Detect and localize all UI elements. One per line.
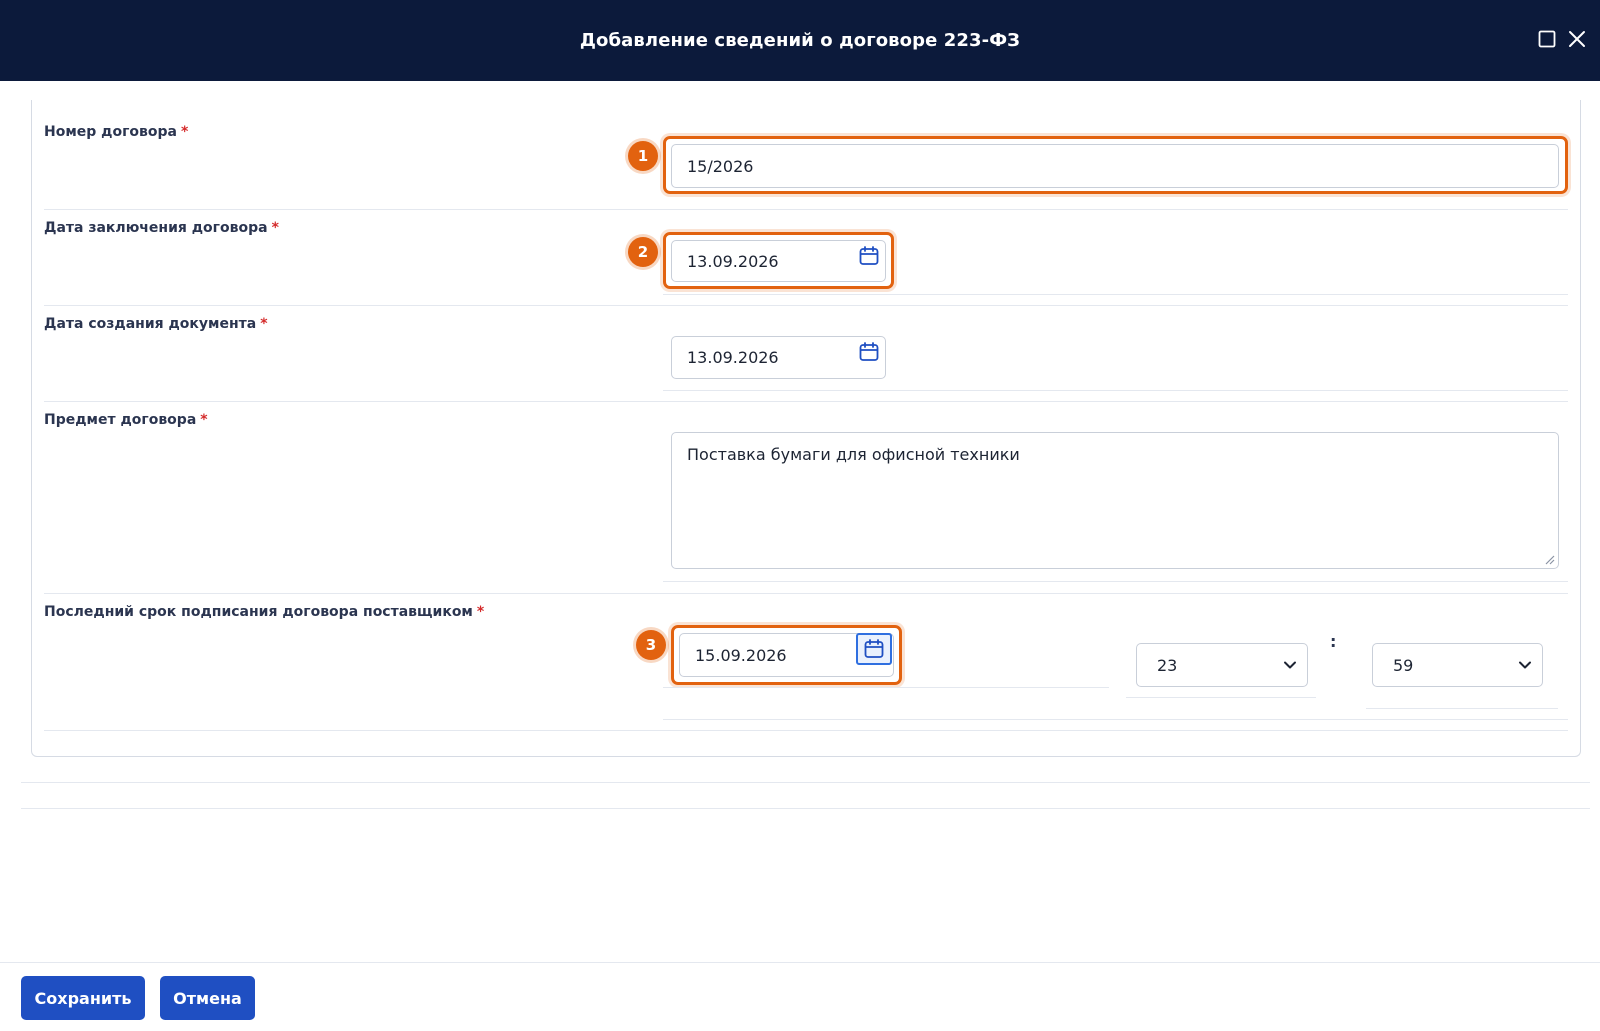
dialog-title: Добавление сведений о договоре 223-ФЗ <box>579 30 1021 51</box>
contract-dialog: Добавление сведений о договоре 223-ФЗ Но… <box>0 0 1600 1031</box>
row-divider <box>44 305 1568 306</box>
row-divider <box>1366 708 1558 709</box>
footer-divider <box>0 962 1600 963</box>
calendar-icon[interactable] <box>858 245 880 267</box>
creation-date-label: Дата создания документа * <box>44 316 268 332</box>
required-mark: * <box>180 124 189 140</box>
contract-number-label: Номер договора * <box>44 124 188 140</box>
calendar-button[interactable] <box>856 633 892 665</box>
row-divider <box>44 209 1568 210</box>
chevron-down-icon <box>1519 661 1531 669</box>
time-separator: : <box>1330 632 1337 651</box>
step-marker-2: 2 <box>628 237 658 267</box>
minute-value: 59 <box>1393 655 1414 675</box>
save-button[interactable]: Сохранить <box>21 976 145 1020</box>
hour-select[interactable]: 23 <box>1136 643 1308 687</box>
maximize-icon[interactable] <box>1538 30 1556 48</box>
subject-label: Предмет договора * <box>44 412 208 428</box>
row-divider <box>44 593 1568 594</box>
dialog-header: Добавление сведений о договоре 223-ФЗ <box>0 0 1600 81</box>
step-marker-3: 3 <box>636 630 666 660</box>
required-mark: * <box>200 412 208 428</box>
minute-select[interactable]: 59 <box>1372 643 1543 687</box>
section-divider <box>21 782 1590 783</box>
section-divider <box>21 808 1590 809</box>
required-mark: * <box>476 604 485 620</box>
conclusion-date-input[interactable]: 13.09.2026 <box>671 240 886 282</box>
signing-deadline-label: Последний срок подписания договора поста… <box>44 604 484 620</box>
row-divider <box>663 719 1568 720</box>
close-icon[interactable] <box>1568 30 1586 48</box>
calendar-icon[interactable] <box>858 341 880 363</box>
row-divider <box>44 730 1568 731</box>
step-marker-1: 1 <box>628 141 658 171</box>
row-divider <box>663 294 1568 295</box>
row-divider <box>1126 697 1316 698</box>
resize-handle-icon[interactable] <box>1545 555 1555 565</box>
chevron-down-icon <box>1284 661 1296 669</box>
subject-textarea[interactable]: Поставка бумаги для офисной техники <box>671 432 1559 569</box>
required-mark: * <box>271 220 279 236</box>
contract-number-label-text: Номер договора <box>44 124 177 140</box>
row-divider <box>663 687 1109 688</box>
row-divider <box>44 401 1568 402</box>
creation-date-input[interactable]: 13.09.2026 <box>671 336 886 379</box>
conclusion-date-label: Дата заключения договора * <box>44 220 279 236</box>
calendar-icon <box>864 639 884 658</box>
creation-date-label-text: Дата создания документа <box>44 316 257 332</box>
required-mark: * <box>260 316 268 332</box>
signing-deadline-label-text: Последний срок подписания договора поста… <box>44 604 473 620</box>
cancel-button[interactable]: Отмена <box>160 976 255 1020</box>
contract-number-input[interactable]: 15/2026 <box>671 144 1559 188</box>
subject-text: Поставка бумаги для офисной техники <box>687 445 1020 464</box>
hour-value: 23 <box>1157 655 1178 675</box>
conclusion-date-label-text: Дата заключения договора <box>44 220 268 236</box>
row-divider <box>663 390 1568 391</box>
row-divider <box>663 581 1568 582</box>
subject-label-text: Предмет договора <box>44 412 197 428</box>
